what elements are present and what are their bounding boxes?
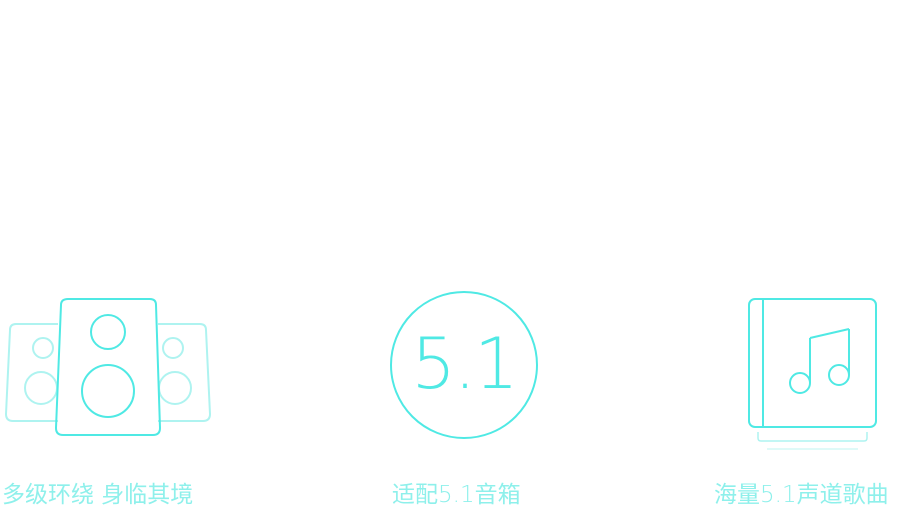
center-speaker xyxy=(54,298,162,436)
speaker-icon xyxy=(4,298,212,436)
five-point-one-badge-icon: 5.1 xyxy=(390,291,538,439)
music-note-icon xyxy=(789,328,850,394)
feature-label: 适配5.1音箱 xyxy=(392,482,521,508)
right-side-speaker xyxy=(158,323,212,422)
left-side-speaker xyxy=(4,323,58,422)
badge-text: 5.1 xyxy=(411,323,518,405)
feature-label: 海量5.1声道歌曲 xyxy=(714,482,889,508)
feature-label: 多级环绕 身临其境 xyxy=(2,482,194,508)
music-album-icon xyxy=(748,298,877,450)
